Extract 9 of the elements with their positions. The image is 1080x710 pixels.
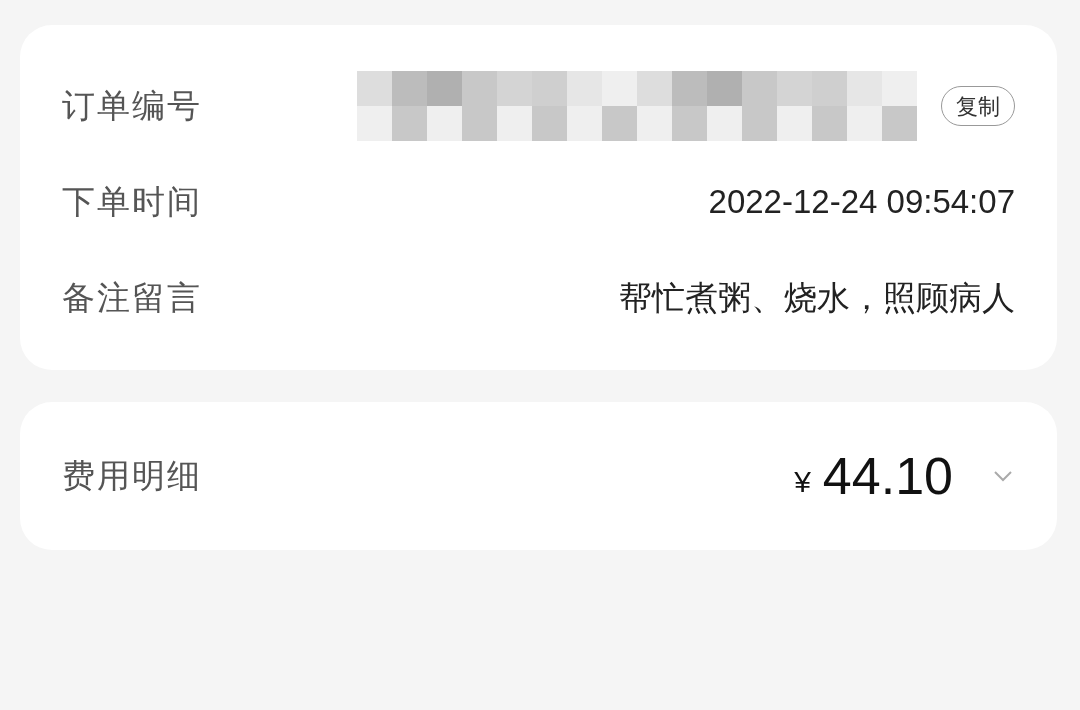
field-value: 帮忙煮粥、烧水，照顾病人 (619, 278, 1015, 319)
fee-label: 费用明细 (62, 456, 202, 497)
total-amount: 44.10 (822, 446, 953, 507)
field-label: 订单编号 (62, 86, 202, 127)
copy-button[interactable]: 复制 (941, 86, 1015, 126)
field-value: 2022-12-24 09:54:07 (708, 182, 1015, 223)
currency-symbol: ¥ (794, 463, 811, 500)
field-label: 备注留言 (62, 278, 202, 319)
field-label: 下单时间 (62, 182, 202, 223)
